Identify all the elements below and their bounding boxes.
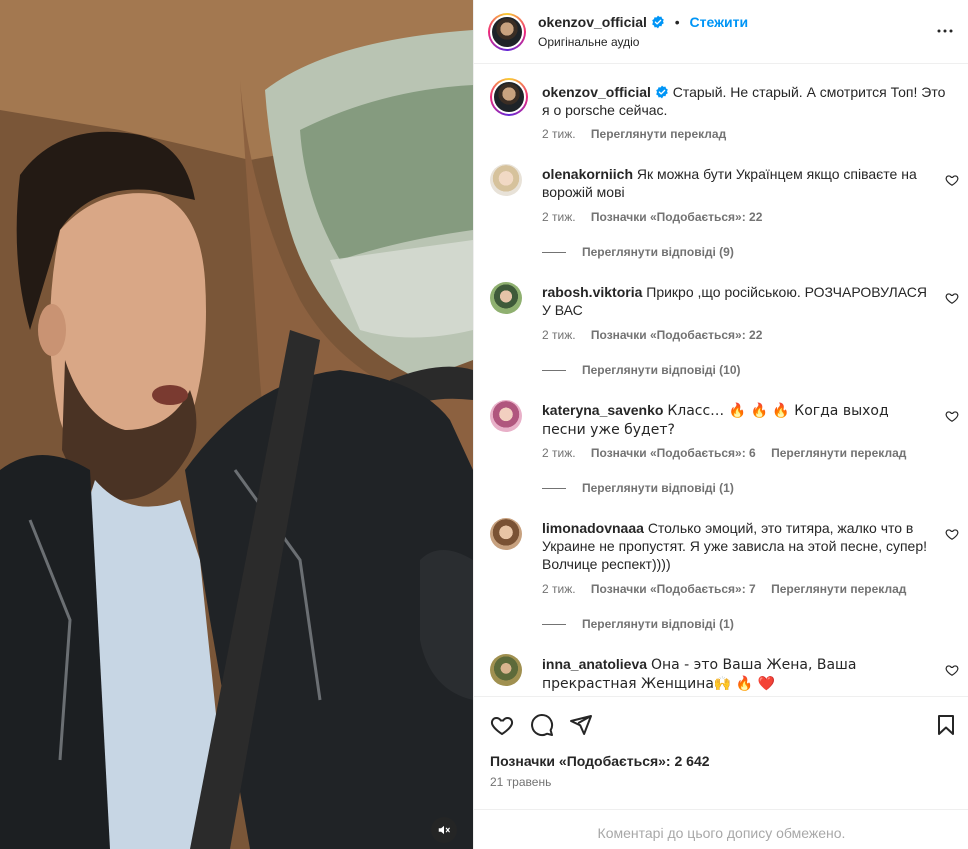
view-replies-label: Переглянути відповіді (9) [582,245,734,259]
comment-username[interactable]: inna_anatolieva [542,656,647,672]
audio-label[interactable]: Оригінальне аудіо [538,35,639,49]
view-replies-button[interactable]: Переглянути відповіді (9) [542,245,734,259]
send-paper-plane-icon[interactable] [569,713,593,737]
comment-avatar[interactable] [490,400,522,432]
comment-body: olenakorniich Як можна бути Українцем як… [542,165,922,201]
comment-meta: 2 тиж. Позначки «Подобається»: 7 Перегля… [542,582,918,596]
video-frame-illustration [0,0,473,849]
translate-button[interactable]: Переглянути переклад [771,582,906,596]
author-line: okenzov_official • Стежити [538,14,748,30]
author-avatar[interactable] [488,13,526,51]
caption-avatar[interactable] [490,78,528,116]
replies-divider [542,251,566,253]
comment-time[interactable]: 2 тиж. [542,328,576,342]
comment-likes[interactable]: Позначки «Подобається»: 6 [591,446,756,460]
comment-username[interactable]: limonadovnaaa [542,520,644,536]
comment-likes[interactable]: Позначки «Подобається»: 22 [591,210,762,224]
bookmark-icon[interactable] [934,713,958,737]
separator-dot: • [674,14,680,30]
post-video[interactable] [0,0,473,849]
replies-divider [542,369,566,371]
view-replies-label: Переглянути відповіді (10) [582,363,741,377]
view-replies-button[interactable]: Переглянути відповіді (1) [542,481,734,495]
translate-button[interactable]: Переглянути переклад [771,446,906,460]
view-replies-label: Переглянути відповіді (1) [582,481,734,495]
post-date[interactable]: 21 травень [490,775,551,789]
comment-body: limonadovnaaa Столько эмоций, это титяра… [542,519,932,573]
comment-time[interactable]: 2 тиж. [542,210,576,224]
comment-bubble-icon[interactable] [530,713,554,737]
comment-meta: 2 тиж. Позначки «Подобається»: 22 [542,328,774,342]
follow-button[interactable]: Стежити [690,14,749,30]
post-actions: Позначки «Подобається»: 2 642 21 травень [474,696,968,809]
verified-badge-icon [652,15,664,29]
speaker-muted-icon [438,825,450,835]
heart-icon[interactable] [490,713,514,737]
replies-divider [542,487,566,489]
view-replies-label: Переглянути відповіді (1) [582,617,734,631]
replies-divider [542,623,566,625]
comment-meta: 2 тиж. Позначки «Подобається»: 22 [542,210,774,224]
comment-username[interactable]: olenakorniich [542,166,633,182]
comment-avatar[interactable] [490,518,522,550]
caption-time[interactable]: 2 тиж. [542,127,576,141]
likes-count[interactable]: Позначки «Подобається»: 2 642 [490,753,710,769]
comment-like-heart-icon[interactable] [945,527,959,541]
more-horizontal-icon[interactable] [936,22,954,40]
comment-avatar[interactable] [490,282,522,314]
mute-button[interactable] [431,817,457,843]
comment-likes[interactable]: Позначки «Подобається»: 22 [591,328,762,342]
comment-body: inna_anatolieva Она - это Ваша Жена, Ваш… [542,655,922,693]
translate-button[interactable]: Переглянути переклад [591,127,726,141]
caption-meta: 2 тиж. Переглянути переклад [542,127,738,141]
comment-username[interactable]: rabosh.viktoria [542,284,642,300]
comment-like-heart-icon[interactable] [945,291,959,305]
comment-like-heart-icon[interactable] [945,173,959,187]
comment-likes[interactable]: Позначки «Подобається»: 7 [591,582,756,596]
author-username[interactable]: okenzov_official [538,14,647,30]
view-replies-button[interactable]: Переглянути відповіді (1) [542,617,734,631]
post-side-panel: okenzov_official • Стежити Оригінальне а… [473,0,968,849]
comment-meta: 2 тиж. Позначки «Подобається»: 6 Перегля… [542,446,918,460]
post-header: okenzov_official • Стежити Оригінальне а… [474,0,968,64]
caption-username[interactable]: okenzov_official [542,84,651,100]
caption-text-block: okenzov_official Старый. Не старый. А см… [542,83,947,119]
view-replies-button[interactable]: Переглянути відповіді (10) [542,363,741,377]
comment-avatar[interactable] [490,164,522,196]
comment-like-heart-icon[interactable] [945,409,959,423]
comments-restricted-notice: Коментарі до цього допису обмежено. [474,809,968,849]
verified-badge-icon [656,85,668,99]
comment-username[interactable]: kateryna_savenko [542,402,663,418]
comments-list[interactable]: okenzov_official Старый. Не старый. А см… [474,64,968,696]
comment-avatar[interactable] [490,654,522,686]
comment-time[interactable]: 2 тиж. [542,446,576,460]
comment-like-heart-icon[interactable] [945,663,959,677]
comment-body: rabosh.viktoria Прикро ,що російською. Р… [542,283,937,319]
comment-time[interactable]: 2 тиж. [542,582,576,596]
comment-body: kateryna_savenko Класс… 🔥 🔥 🔥 Когда выхо… [542,401,927,439]
post-dialog: okenzov_official • Стежити Оригінальне а… [0,0,968,849]
